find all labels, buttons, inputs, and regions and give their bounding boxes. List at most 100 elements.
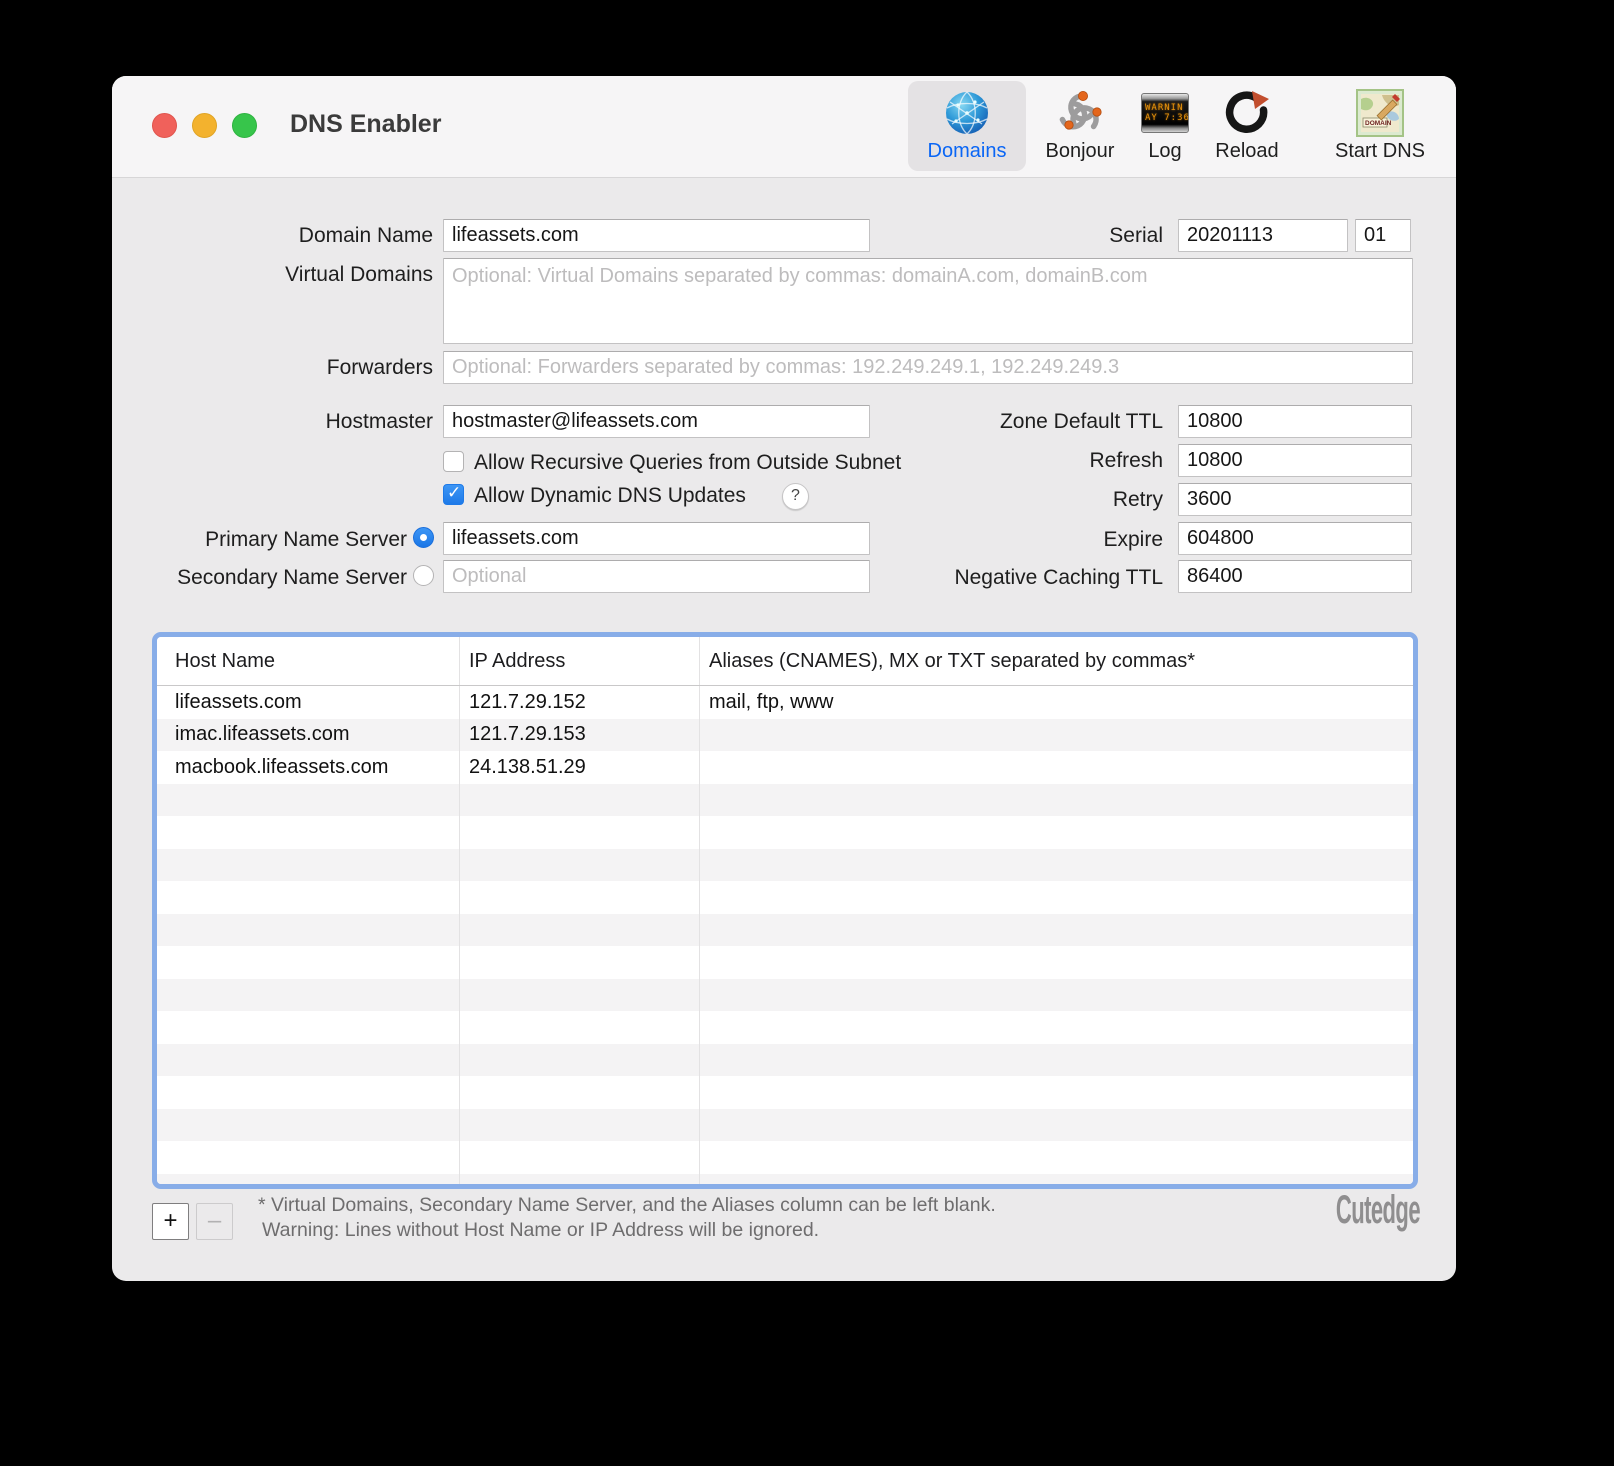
table-cell [700,946,1413,979]
svg-text:DOMAIN: DOMAIN [1365,120,1392,127]
allow-recursive-checkbox[interactable] [443,451,464,472]
negative-caching-ttl-input[interactable] [1178,560,1412,593]
host-table[interactable]: Host Name IP Address Aliases (CNAMES), M… [152,632,1418,1189]
add-row-button[interactable]: + [152,1203,189,1240]
virtual-domains-textarea[interactable] [443,258,1413,344]
hostmaster-input[interactable] [443,405,870,438]
table-cell [157,1044,460,1077]
table-row[interactable] [157,1076,1413,1109]
virtual-domains-label: Virtual Domains [133,263,433,287]
table-row[interactable] [157,816,1413,849]
serial-label: Serial [863,224,1163,248]
toolbar-item-reload[interactable]: Reload [1197,81,1297,171]
table-cell [157,1011,460,1044]
serial-suffix-input[interactable] [1355,219,1411,252]
table-row[interactable] [157,849,1413,882]
table-cell [157,979,460,1012]
expire-label: Expire [863,528,1163,552]
table-cell [157,914,460,947]
forwarders-label: Forwarders [133,356,433,380]
circular-arrow-icon [1197,81,1297,139]
table-cell [460,979,700,1012]
allow-dynamic-label: Allow Dynamic DNS Updates [474,484,746,508]
table-cell [460,1141,700,1174]
table-cell [460,1011,700,1044]
table-cell [460,1076,700,1109]
table-cell [460,946,700,979]
table-row[interactable] [157,1141,1413,1174]
table-row[interactable] [157,1044,1413,1077]
table-cell [460,914,700,947]
host-table-header: Host Name IP Address Aliases (CNAMES), M… [157,637,1413,686]
table-cell [700,979,1413,1012]
toolbar-label-domains: Domains [908,139,1026,163]
table-cell [700,1011,1413,1044]
serial-input[interactable] [1178,219,1348,252]
table-row[interactable] [157,1174,1413,1190]
toolbar-label-reload: Reload [1197,139,1297,163]
column-header-host-name[interactable]: Host Name [157,637,460,685]
table-row[interactable] [157,784,1413,817]
negative-caching-ttl-label: Negative Caching TTL [863,566,1163,590]
table-cell [700,849,1413,882]
column-header-aliases[interactable]: Aliases (CNAMES), MX or TXT separated by… [700,637,1413,685]
footnote-line2: Warning: Lines without Host Name or IP A… [258,1218,996,1243]
table-cell [700,1044,1413,1077]
remove-row-button[interactable]: – [196,1203,233,1240]
zone-default-ttl-label: Zone Default TTL [863,410,1163,434]
table-cell [700,1174,1413,1190]
table-cell [700,1076,1413,1109]
table-cell [700,881,1413,914]
domain-name-label: Domain Name [133,224,433,248]
toolbar-item-bonjour[interactable]: Bonjour [1025,81,1135,171]
domain-name-input[interactable] [443,219,870,252]
footnote: * Virtual Domains, Secondary Name Server… [258,1193,996,1243]
table-row[interactable] [157,914,1413,947]
table-cell [460,816,700,849]
table-cell [460,1044,700,1077]
table-cell [157,1141,460,1174]
toolbar-item-domains[interactable]: Domains [908,81,1026,171]
primary-ns-input[interactable] [443,522,870,555]
table-cell [700,1141,1413,1174]
table-cell: lifeassets.com [157,686,460,719]
table-cell [460,784,700,817]
secondary-ns-input[interactable] [443,560,870,593]
primary-ns-radio[interactable] [413,527,434,548]
refresh-input[interactable] [1178,444,1412,477]
table-row[interactable] [157,979,1413,1012]
forwarders-input[interactable] [443,351,1413,384]
bonjour-triquetra-icon [1025,81,1135,139]
table-row[interactable]: imac.lifeassets.com121.7.29.153 [157,719,1413,752]
retry-input[interactable] [1178,483,1412,516]
retry-label: Retry [863,488,1163,512]
secondary-ns-label: Secondary Name Server [112,566,407,590]
table-row[interactable] [157,946,1413,979]
zoom-button[interactable] [232,113,257,138]
allow-recursive-label: Allow Recursive Queries from Outside Sub… [474,451,901,475]
table-row[interactable] [157,1011,1413,1044]
table-row[interactable]: macbook.lifeassets.com24.138.51.29 [157,751,1413,784]
table-cell [157,946,460,979]
secondary-ns-radio[interactable] [413,565,434,586]
toolbar-label-bonjour: Bonjour [1025,139,1135,163]
app-window: DNS Enabler [112,76,1456,1281]
table-cell [460,1109,700,1142]
help-icon[interactable]: ? [782,483,809,510]
table-cell [460,1174,700,1190]
expire-input[interactable] [1178,522,1412,555]
table-cell [700,784,1413,817]
toolbar-item-start-dns[interactable]: DOMAIN Start DNS [1310,81,1450,171]
allow-dynamic-checkbox[interactable] [443,484,464,505]
table-row[interactable] [157,1109,1413,1142]
table-cell [157,849,460,882]
table-row[interactable]: lifeassets.com121.7.29.152mail, ftp, www [157,686,1413,719]
zone-default-ttl-input[interactable] [1178,405,1412,438]
column-header-ip-address[interactable]: IP Address [460,637,700,685]
table-cell [700,816,1413,849]
close-button[interactable] [152,113,177,138]
minimize-button[interactable] [192,113,217,138]
table-row[interactable] [157,881,1413,914]
table-cell: mail, ftp, www [700,686,1413,719]
table-cell: 121.7.29.152 [460,686,700,719]
